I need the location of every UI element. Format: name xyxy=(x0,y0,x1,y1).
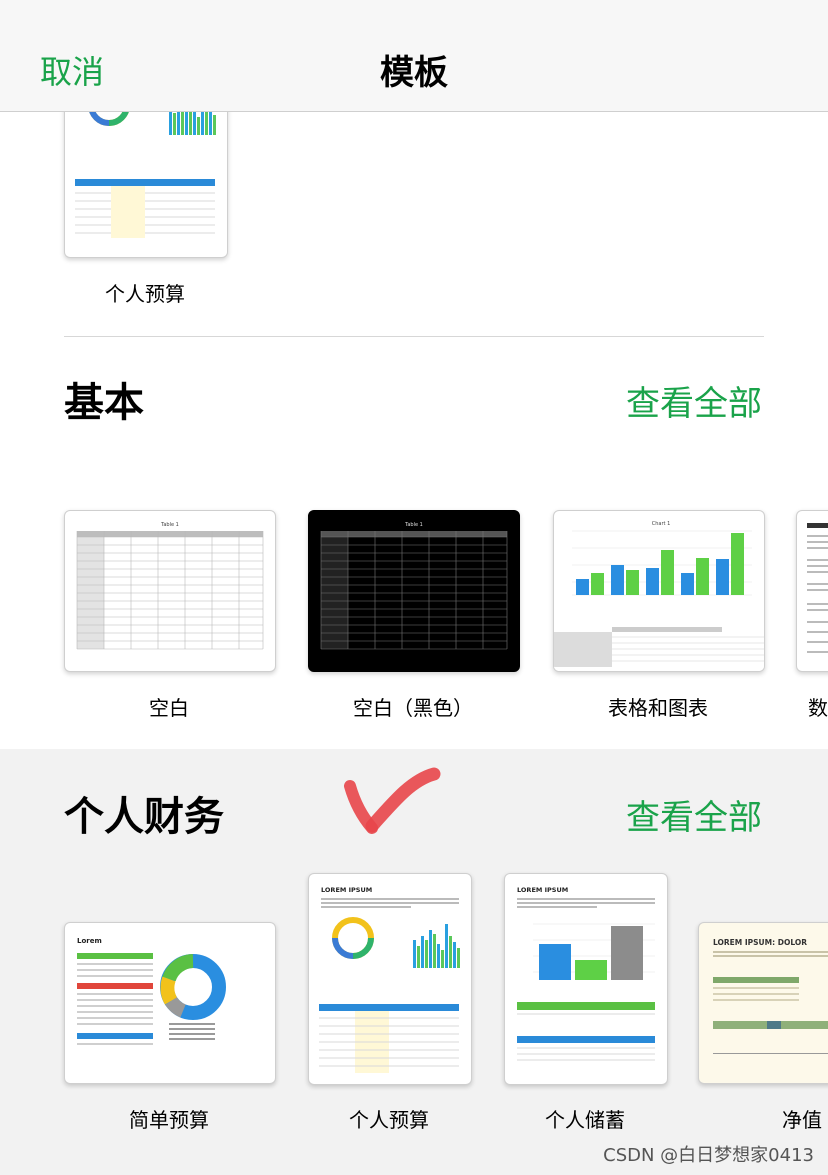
template-thumb-personal-budget[interactable]: LOREM IPSUM xyxy=(308,873,472,1085)
template-label-blank-black: 空白（黑色） xyxy=(353,696,473,720)
blank-black-table-preview: Table 1 xyxy=(320,522,508,650)
template-thumb-net-worth[interactable]: LOREM IPSUM: DOLOR xyxy=(698,922,828,1084)
section-title-personal-finance: 个人财务 xyxy=(64,794,224,840)
template-label-personal-budget: 个人预算 xyxy=(349,1108,429,1132)
svg-text:Chart 1: Chart 1 xyxy=(652,521,671,527)
svg-text:Table 1: Table 1 xyxy=(160,522,179,528)
template-thumb-blank[interactable]: Table 1 xyxy=(64,510,276,672)
section-title-basic: 基本 xyxy=(64,380,144,426)
watermark-text: CSDN @白日梦想家0413 xyxy=(603,1145,814,1166)
template-label-blank: 空白 xyxy=(149,696,189,720)
net-worth-preview: LOREM IPSUM: DOLOR xyxy=(713,938,828,1054)
template-thumb-personal-savings[interactable]: LOREM IPSUM xyxy=(504,873,668,1085)
svg-text:Lorem: Lorem xyxy=(77,937,102,945)
svg-text:Table 1: Table 1 xyxy=(404,522,423,528)
template-label-table-chart: 表格和图表 xyxy=(608,696,708,720)
svg-text:LOREM IPSUM: LOREM IPSUM xyxy=(517,886,568,894)
svg-text:LOREM IPSUM: LOREM IPSUM xyxy=(321,886,372,894)
partial-document-preview xyxy=(807,523,828,653)
blank-table-preview: Table 1 xyxy=(76,522,264,650)
template-thumb-simple-budget[interactable]: Lorem xyxy=(64,922,276,1084)
section-divider xyxy=(64,336,764,337)
template-label-net-worth: 净值 xyxy=(782,1108,822,1132)
table-chart-preview: Chart 1 xyxy=(554,521,764,671)
nav-bar: 取消 模板 xyxy=(0,0,828,112)
template-thumb-table-chart[interactable]: Chart 1 xyxy=(553,510,765,672)
template-label-partial-basic: 数 xyxy=(808,696,828,720)
svg-text:LOREM IPSUM: DOLOR: LOREM IPSUM: DOLOR xyxy=(713,938,807,947)
template-label-simple-budget: 简单预算 xyxy=(129,1108,209,1132)
template-thumb-partial-basic[interactable] xyxy=(796,510,828,672)
see-all-personal-finance-link[interactable]: 查看全部 xyxy=(626,790,762,839)
simple-budget-preview: Lorem xyxy=(77,937,226,1045)
personal-savings-preview: LOREM IPSUM xyxy=(517,886,655,1061)
template-label-personal-savings: 个人储蓄 xyxy=(545,1108,625,1132)
page-title: 模板 xyxy=(380,53,448,93)
template-thumb-blank-black[interactable]: Table 1 xyxy=(308,510,520,672)
personal-budget-preview: LOREM IPSUM xyxy=(319,886,460,1073)
see-all-basic-link[interactable]: 查看全部 xyxy=(626,376,762,425)
template-label-personal-budget-top: 个人预算 xyxy=(105,282,185,306)
